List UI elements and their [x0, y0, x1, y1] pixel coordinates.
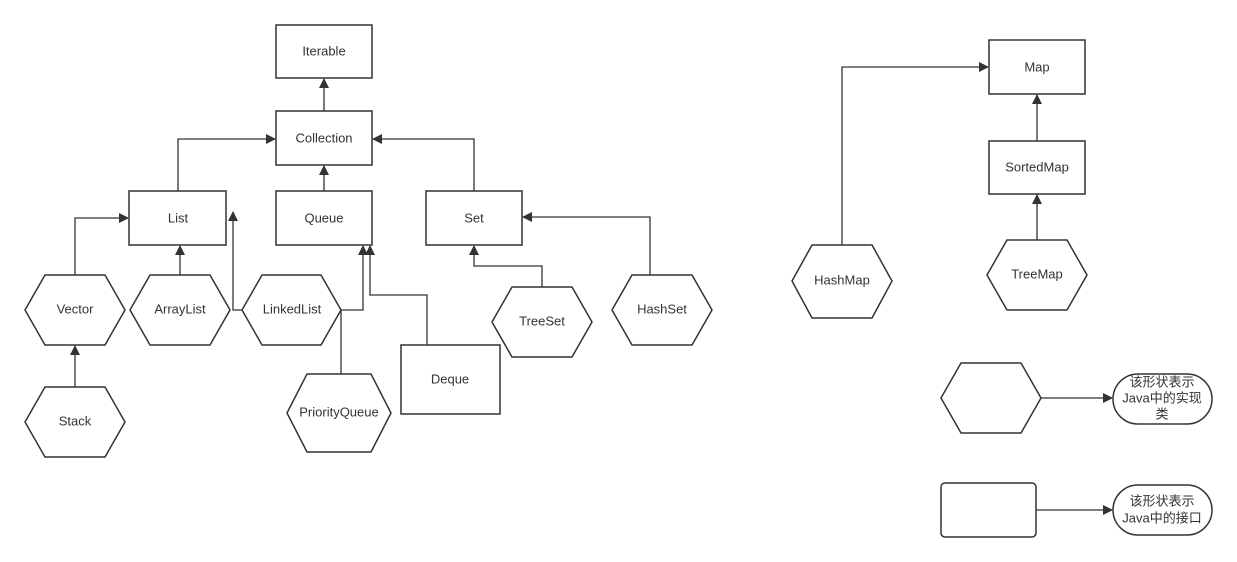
svg-text:TreeSet: TreeSet [519, 313, 565, 328]
svg-text:TreeMap: TreeMap [1011, 266, 1063, 281]
legend-interface-shape [940, 482, 1037, 538]
svg-text:Set: Set [464, 210, 484, 225]
svg-text:PriorityQueue: PriorityQueue [299, 404, 378, 419]
edge-list-collection [177, 134, 276, 191]
interface-queue: Queue [275, 190, 373, 246]
svg-text:HashMap: HashMap [814, 272, 870, 287]
svg-text:LinkedList: LinkedList [263, 301, 322, 316]
class-priorityqueue: PriorityQueue [286, 373, 392, 453]
interface-set: Set [425, 190, 523, 246]
svg-text:该形状表示: 该形状表示 [1129, 374, 1194, 389]
svg-text:类: 类 [1155, 406, 1168, 421]
svg-text:Java中的实现: Java中的实现 [1122, 390, 1201, 405]
svg-text:Deque: Deque [431, 371, 469, 386]
interface-collection: Collection [275, 110, 373, 166]
class-vector: Vector [24, 274, 126, 346]
class-hashset: HashSet [611, 274, 713, 346]
class-arraylist: ArrayList [129, 274, 231, 346]
interface-deque: Deque [400, 344, 501, 415]
class-stack: Stack [24, 386, 126, 458]
svg-text:List: List [168, 210, 189, 225]
class-treemap: TreeMap [986, 239, 1088, 311]
edge-deque-queue [365, 245, 428, 345]
svg-text:Stack: Stack [59, 413, 92, 428]
edge-treeset-set [469, 245, 543, 287]
interface-iterable: Iterable [275, 24, 373, 79]
edges [70, 62, 1113, 515]
legend: 该形状表示 Java中的实现 类 该形状表示 Java中的接口 [940, 362, 1213, 538]
edge-linkedlist-list [228, 211, 242, 311]
interface-map: Map [988, 39, 1086, 95]
class-hashmap: HashMap [791, 244, 893, 319]
java-collections-diagram: Iterable Collection List Queue Set Deque… [24, 24, 1213, 538]
legend-class-shape [940, 362, 1042, 434]
class-linkedlist: LinkedList [241, 274, 342, 346]
interface-sortedmap: SortedMap [988, 140, 1086, 195]
svg-text:Collection: Collection [295, 130, 352, 145]
edge-vector-list [74, 213, 129, 275]
edge-linkedlist-queue [341, 245, 368, 311]
svg-text:Map: Map [1024, 59, 1049, 74]
svg-text:该形状表示: 该形状表示 [1129, 493, 1194, 508]
svg-text:Iterable: Iterable [302, 43, 345, 58]
edge-hashmap-map [841, 62, 989, 245]
svg-text:Java中的接口: Java中的接口 [1122, 510, 1201, 525]
svg-text:ArrayList: ArrayList [154, 301, 206, 316]
edge-set-collection [372, 134, 475, 191]
svg-text:HashSet: HashSet [637, 301, 687, 316]
interface-list: List [128, 190, 227, 246]
svg-text:Vector: Vector [57, 301, 95, 316]
svg-text:SortedMap: SortedMap [1005, 159, 1069, 174]
class-treeset: TreeSet [491, 286, 593, 358]
svg-text:Queue: Queue [304, 210, 343, 225]
